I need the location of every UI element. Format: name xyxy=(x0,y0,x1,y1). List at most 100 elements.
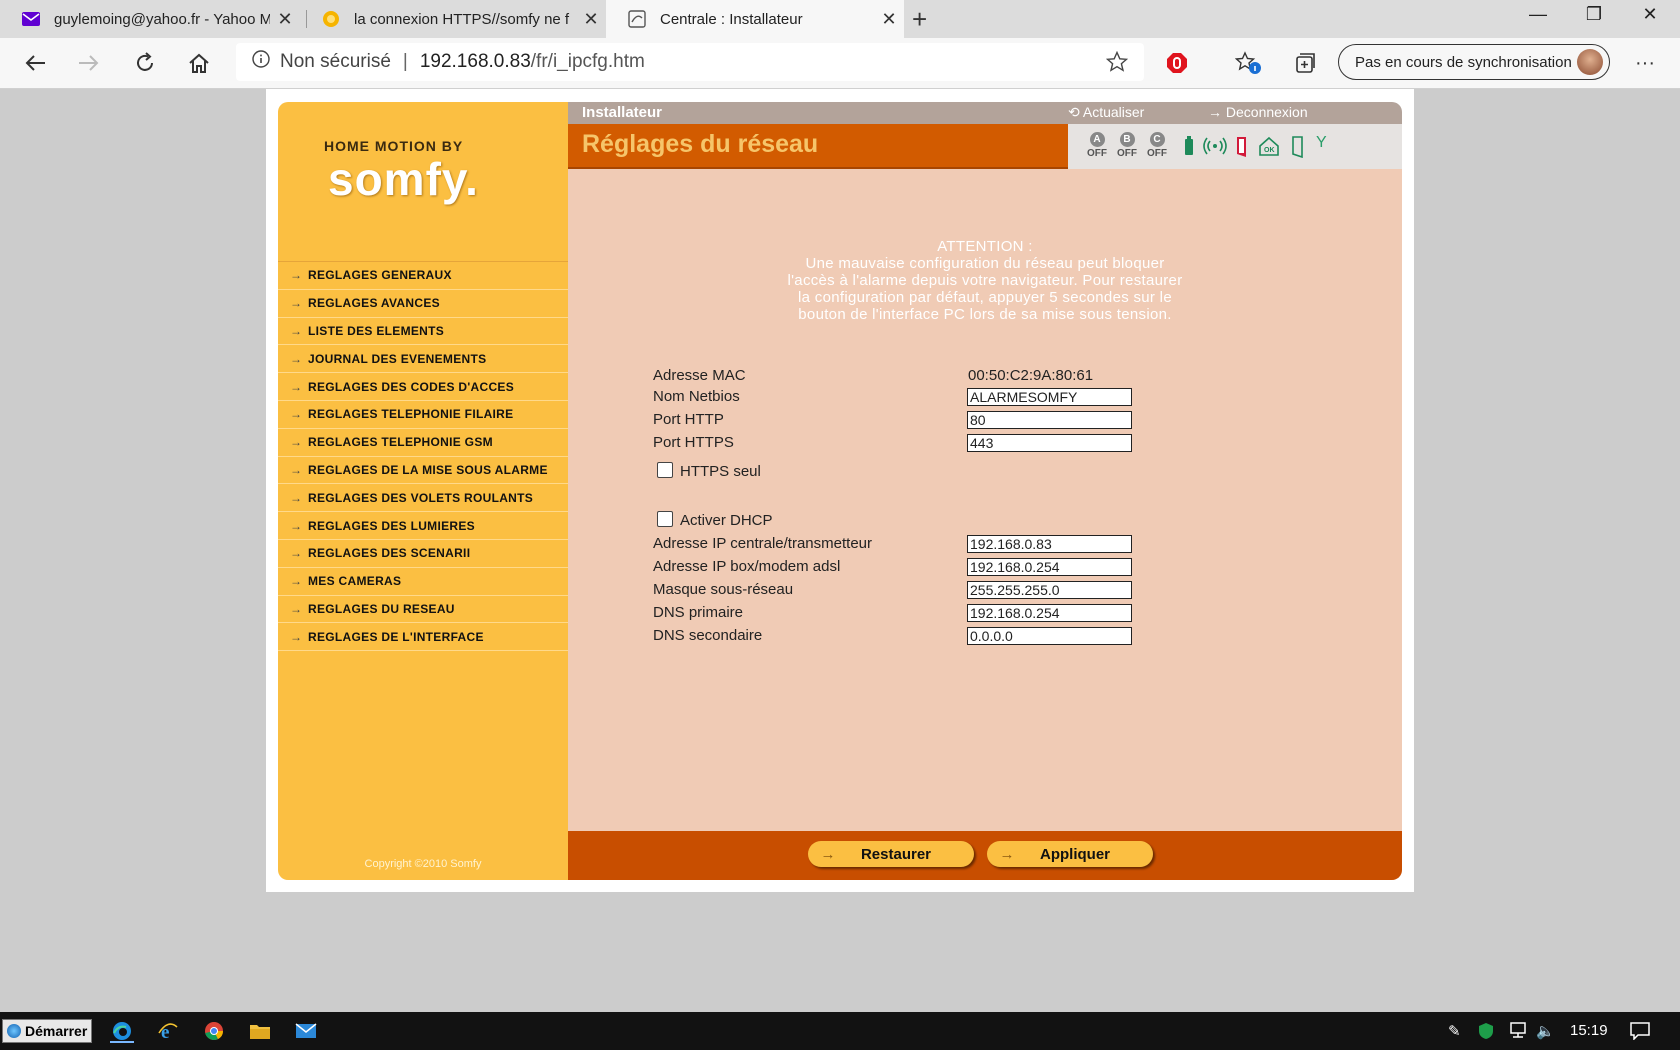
notifications-icon[interactable] xyxy=(1630,1022,1650,1044)
sidebar-item-reglages-avances[interactable]: → REGLAGES AVANCES xyxy=(278,290,568,318)
user-role: Installateur xyxy=(582,104,663,121)
zone-c-status: C OFF xyxy=(1144,132,1170,159)
sidebar-item-label: REGLAGES DE L'INTERFACE xyxy=(308,629,484,644)
refresh-link[interactable]: ⟲ Actualiser xyxy=(1068,104,1144,121)
close-window-icon[interactable]: ✕ xyxy=(1630,4,1670,25)
info-icon[interactable] xyxy=(252,50,270,74)
network-icon[interactable] xyxy=(1508,1022,1528,1042)
warning-heading: ATTENTION : xyxy=(937,238,1033,255)
close-tab-icon[interactable]: ✕ xyxy=(576,9,606,30)
arrow-right-icon: → xyxy=(290,574,303,589)
subnet-mask-label: Masque sous-réseau xyxy=(653,581,794,598)
arrow-right-icon: → xyxy=(290,379,303,394)
top-bar: Installateur ⟲ Actualiser → Deconnexion xyxy=(568,102,1402,124)
https-only-checkbox[interactable] xyxy=(657,462,673,478)
favorite-star-icon[interactable] xyxy=(1105,50,1129,78)
profile-sync-button[interactable]: Pas en cours de synchronisation xyxy=(1338,44,1610,80)
favorites-icon[interactable] xyxy=(1234,48,1264,78)
page-frame: HOME MOTION BY somfy. → REGLAGES GENERAUX… xyxy=(266,89,1414,892)
page-title-bar: Réglages du réseau xyxy=(568,124,1068,169)
back-icon[interactable] xyxy=(20,48,50,78)
door-closed-icon xyxy=(1292,136,1304,163)
sidebar-item-reglages-generaux[interactable]: → REGLAGES GENERAUX xyxy=(278,262,568,290)
arrow-right-icon: → xyxy=(290,490,303,505)
chrome-taskbar-icon[interactable] xyxy=(202,1021,226,1041)
restore-button[interactable]: → Restaurer xyxy=(808,841,974,867)
dns-primary-field[interactable] xyxy=(967,604,1132,622)
apply-button[interactable]: → Appliquer xyxy=(987,841,1153,867)
https-port-label: Port HTTPS xyxy=(653,434,734,451)
sidebar-item-telephonie-gsm[interactable]: → REGLAGES TELEPHONIE GSM xyxy=(278,429,568,457)
zone-b-state: OFF xyxy=(1117,148,1137,159)
https-port-field[interactable] xyxy=(967,434,1132,452)
start-globe-icon xyxy=(7,1024,21,1038)
radio-signal-icon xyxy=(1202,136,1228,161)
ie-taskbar-icon[interactable]: e xyxy=(156,1021,180,1041)
forum-favicon-icon xyxy=(322,10,340,28)
page-title: Réglages du réseau xyxy=(582,130,819,158)
sidebar-item-telephonie-filaire[interactable]: → REGLAGES TELEPHONIE FILAIRE xyxy=(278,401,568,429)
forward-icon[interactable] xyxy=(74,48,104,78)
sidebar-item-label: MES CAMERAS xyxy=(308,574,402,589)
url-host: 192.168.0.83 xyxy=(419,51,531,72)
close-tab-icon[interactable]: ✕ xyxy=(874,9,904,30)
adblock-extension-icon[interactable] xyxy=(1162,48,1192,78)
sidebar-item-lumieres[interactable]: → REGLAGES DES LUMIERES xyxy=(278,512,568,540)
sidebar-item-label: REGLAGES DES SCENARII xyxy=(308,546,471,561)
tab-somfy-https[interactable]: la connexion HTTPS//somfy ne f ✕ xyxy=(300,0,606,38)
security-shield-icon[interactable] xyxy=(1478,1022,1494,1044)
sidebar-item-scenarii[interactable]: → REGLAGES DES SCENARII xyxy=(278,540,568,568)
clock: 15:19 xyxy=(1570,1022,1608,1039)
netbios-field[interactable] xyxy=(967,388,1132,406)
file-explorer-taskbar-icon[interactable] xyxy=(248,1021,272,1041)
sidebar-item-reseau[interactable]: → REGLAGES DU RESEAU xyxy=(278,596,568,624)
minimize-icon[interactable]: — xyxy=(1518,4,1558,25)
tab-title: guylemoing@yahoo.fr - Yahoo M xyxy=(54,10,270,28)
arrow-right-icon: → xyxy=(290,518,303,533)
restore-button-label: Restaurer xyxy=(860,845,932,863)
ip-field[interactable] xyxy=(967,535,1132,553)
warning-text: Une mauvaise configuration du réseau peu… xyxy=(787,255,1183,323)
sidebar-item-mise-sous-alarme[interactable]: → REGLAGES DE LA MISE SOUS ALARME xyxy=(278,457,568,485)
close-tab-icon[interactable]: ✕ xyxy=(270,9,300,30)
collections-icon[interactable] xyxy=(1290,48,1320,78)
refresh-icon[interactable] xyxy=(130,48,160,78)
sidebar-item-label: REGLAGES DE LA MISE SOUS ALARME xyxy=(308,462,548,477)
edge-taskbar-icon[interactable] xyxy=(110,1021,134,1043)
more-menu-icon[interactable]: ··· xyxy=(1630,48,1660,78)
pen-tray-icon[interactable]: ✎ xyxy=(1448,1022,1461,1040)
address-bar[interactable]: Non sécurisé | 192.168.0.83/fr/i_ipcfg.h… xyxy=(236,43,1144,81)
zone-a-icon: A xyxy=(1089,132,1105,147)
dhcp-checkbox[interactable] xyxy=(657,511,673,527)
logout-link[interactable]: → Deconnexion xyxy=(1208,104,1308,120)
new-tab-icon[interactable]: + xyxy=(912,4,927,35)
sidebar-item-label: REGLAGES DES CODES D'ACCES xyxy=(308,379,515,394)
sidebar-item-liste-elements[interactable]: → LISTE DES ELEMENTS xyxy=(278,318,568,346)
volume-icon[interactable]: 🔈 xyxy=(1536,1022,1555,1040)
dhcp-label: Activer DHCP xyxy=(680,512,773,529)
zone-b-icon: B xyxy=(1119,132,1135,147)
subnet-mask-field[interactable] xyxy=(967,581,1132,599)
gateway-field[interactable] xyxy=(967,558,1132,576)
sidebar-item-mes-cameras[interactable]: → MES CAMERAS xyxy=(278,568,568,596)
dns-secondary-label: DNS secondaire xyxy=(653,627,763,644)
zone-c-state: OFF xyxy=(1147,148,1167,159)
arrow-right-icon: → xyxy=(820,845,836,863)
http-port-field[interactable] xyxy=(967,411,1132,429)
main-content: ATTENTION : Une mauvaise configuration d… xyxy=(568,169,1402,831)
sidebar-item-label: REGLAGES TELEPHONIE FILAIRE xyxy=(308,407,514,422)
arrow-right-icon: → xyxy=(290,296,303,311)
arrow-right-icon: → xyxy=(290,407,303,422)
sidebar-item-codes-acces[interactable]: → REGLAGES DES CODES D'ACCES xyxy=(278,373,568,401)
sidebar-item-journal-evenements[interactable]: → JOURNAL DES EVENEMENTS xyxy=(278,345,568,374)
sidebar-item-interface[interactable]: → REGLAGES DE L'INTERFACE xyxy=(278,623,568,652)
tab-centrale-installateur[interactable]: Centrale : Installateur ✕ xyxy=(606,0,904,38)
home-icon[interactable] xyxy=(184,48,214,78)
mail-taskbar-icon[interactable] xyxy=(294,1021,318,1041)
start-button[interactable]: Démarrer xyxy=(2,1019,92,1043)
dns-secondary-field[interactable] xyxy=(967,627,1132,645)
tab-yahoo-mail[interactable]: guylemoing@yahoo.fr - Yahoo M ✕ xyxy=(0,0,300,38)
sidebar-item-volets-roulants[interactable]: → REGLAGES DES VOLETS ROULANTS xyxy=(278,484,568,513)
restore-window-icon[interactable]: ❐ xyxy=(1574,4,1614,25)
sidebar: HOME MOTION BY somfy. → REGLAGES GENERAUX… xyxy=(278,102,568,880)
